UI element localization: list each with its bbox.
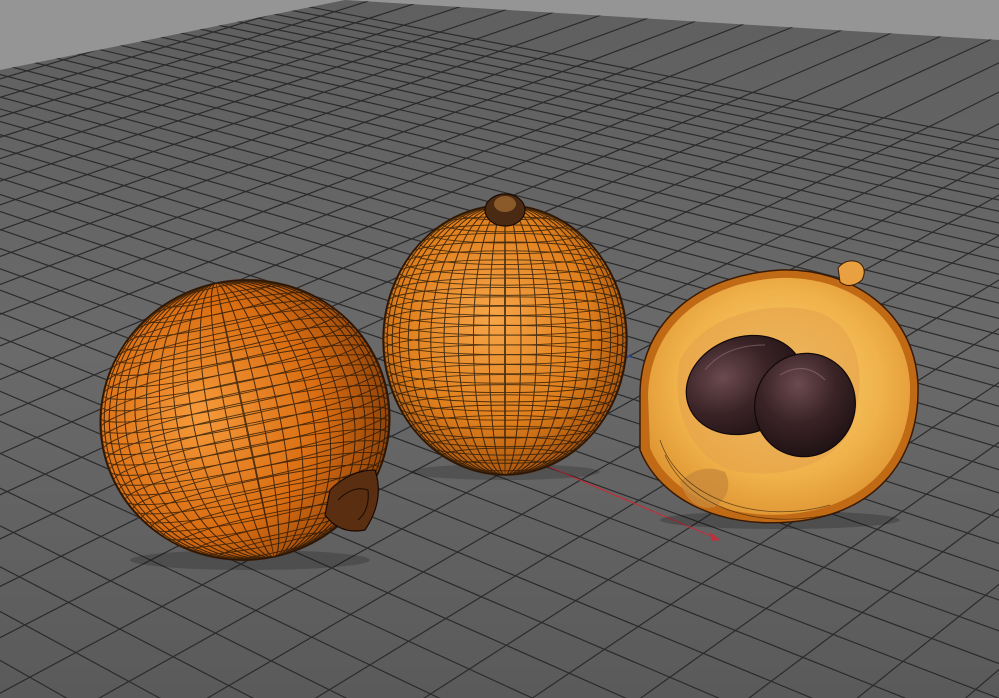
viewport-canvas[interactable] [0, 0, 999, 698]
3d-viewport[interactable] [0, 0, 999, 698]
